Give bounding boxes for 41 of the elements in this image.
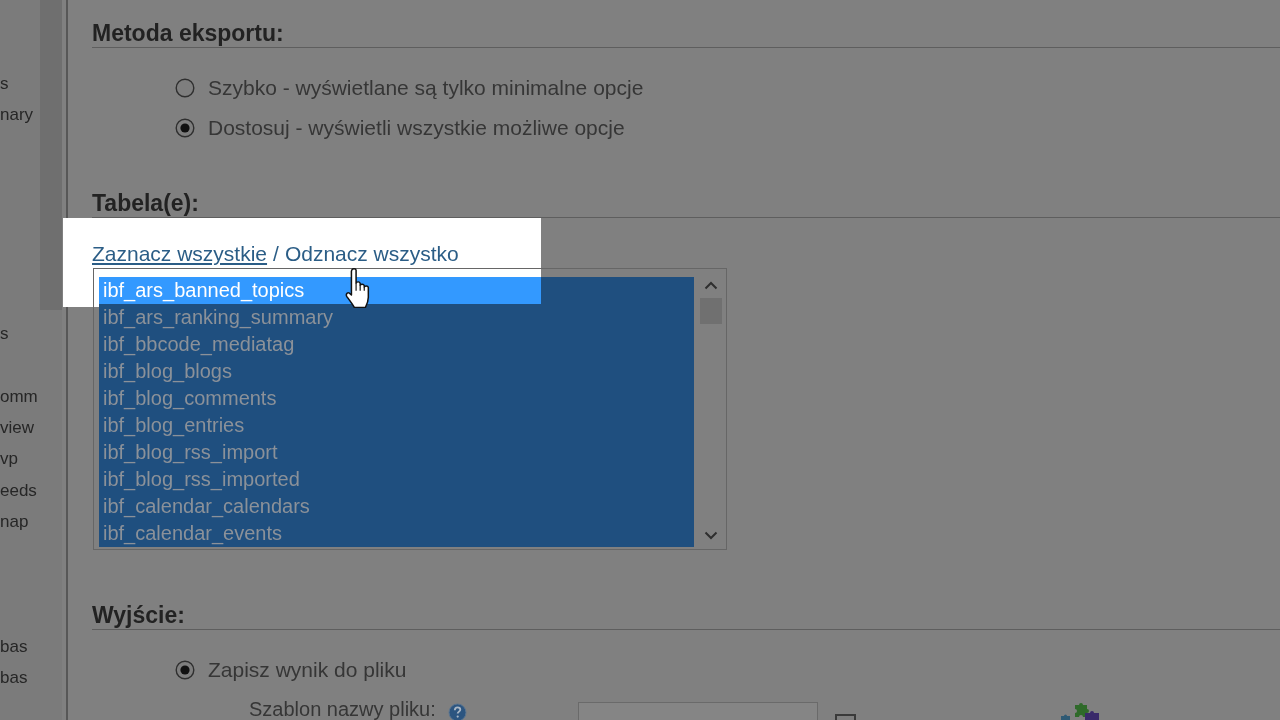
checkbox[interactable] xyxy=(835,714,856,720)
list-item[interactable]: ibf_ars_banned_topics xyxy=(99,277,694,304)
scrollbar-thumb[interactable] xyxy=(40,0,62,310)
section-heading: Wyjście: xyxy=(92,602,185,628)
sidebar-item[interactable]: nap xyxy=(0,511,29,532)
input-field[interactable] xyxy=(578,702,818,720)
sidebar-item[interactable]: bas xyxy=(0,637,28,657)
radio-label[interactable]: Zapisz wynik do pliku xyxy=(208,658,407,682)
radio-label[interactable]: Szybko - wyświetlane są tylko minimalne opcje xyxy=(208,76,644,100)
sidebar-item[interactable]: omm xyxy=(0,386,38,407)
radio-button[interactable] xyxy=(175,78,195,98)
sidebar-item[interactable]: s xyxy=(0,73,9,94)
section-heading: Tabela(e): xyxy=(92,190,199,216)
sidebar-item[interactable]: view xyxy=(0,417,34,438)
list-item[interactable]: ibf_blog_comments xyxy=(99,385,694,412)
chevron-up-icon[interactable] xyxy=(704,281,718,290)
list-item[interactable]: ibf_bbcode_mediatag xyxy=(99,331,694,358)
sidebar-item[interactable]: vp xyxy=(0,449,18,470)
text-link[interactable]: Odznacz wszystko xyxy=(284,242,459,266)
list-item[interactable]: ibf_ars_ranking_summary xyxy=(99,304,694,331)
list-item[interactable]: ibf_blog_entries xyxy=(99,412,694,439)
list-item[interactable]: ibf_calendar_calendars xyxy=(99,493,694,520)
sidebar-item[interactable]: eeds xyxy=(0,480,37,501)
list-item[interactable]: ibf_blog_rss_import xyxy=(99,439,694,466)
sidebar-item[interactable]: nary xyxy=(0,104,34,125)
link-separator: / xyxy=(273,242,279,266)
field-label: Szablon nazwy pliku: xyxy=(249,698,436,720)
help-icon[interactable] xyxy=(447,703,467,720)
puzzle-logo-icon xyxy=(1061,703,1101,720)
list-item[interactable]: ibf_blog_blogs xyxy=(99,358,694,385)
radio-button[interactable] xyxy=(175,118,195,138)
sidebar-item[interactable]: bas xyxy=(0,668,28,689)
table-listbox[interactable]: ibf_ars_banned_topics ibf_ars_ranking_summary ibf_bbcode_mediatag ibf_blog_blogs ibf_blog_comments ibf_blog_entries ibf_blog_rss_import ibf_blog_rss_imported ibf_calendar_calendars ibf_calendar_events xyxy=(93,268,727,550)
section-heading: Metoda eksportu: xyxy=(92,20,284,46)
radio-label[interactable]: Dostosuj - wyświetli wszystkie możliwe opcje xyxy=(208,116,625,140)
sidebar-item[interactable]: s xyxy=(0,324,9,344)
chevron-down-icon[interactable] xyxy=(704,531,718,540)
radio-button[interactable] xyxy=(175,660,195,680)
list-item[interactable]: ibf_calendar_events xyxy=(99,520,694,547)
text-link[interactable]: Zaznacz wszystkie xyxy=(92,242,268,266)
list-item[interactable]: ibf_blog_rss_imported xyxy=(99,466,694,493)
